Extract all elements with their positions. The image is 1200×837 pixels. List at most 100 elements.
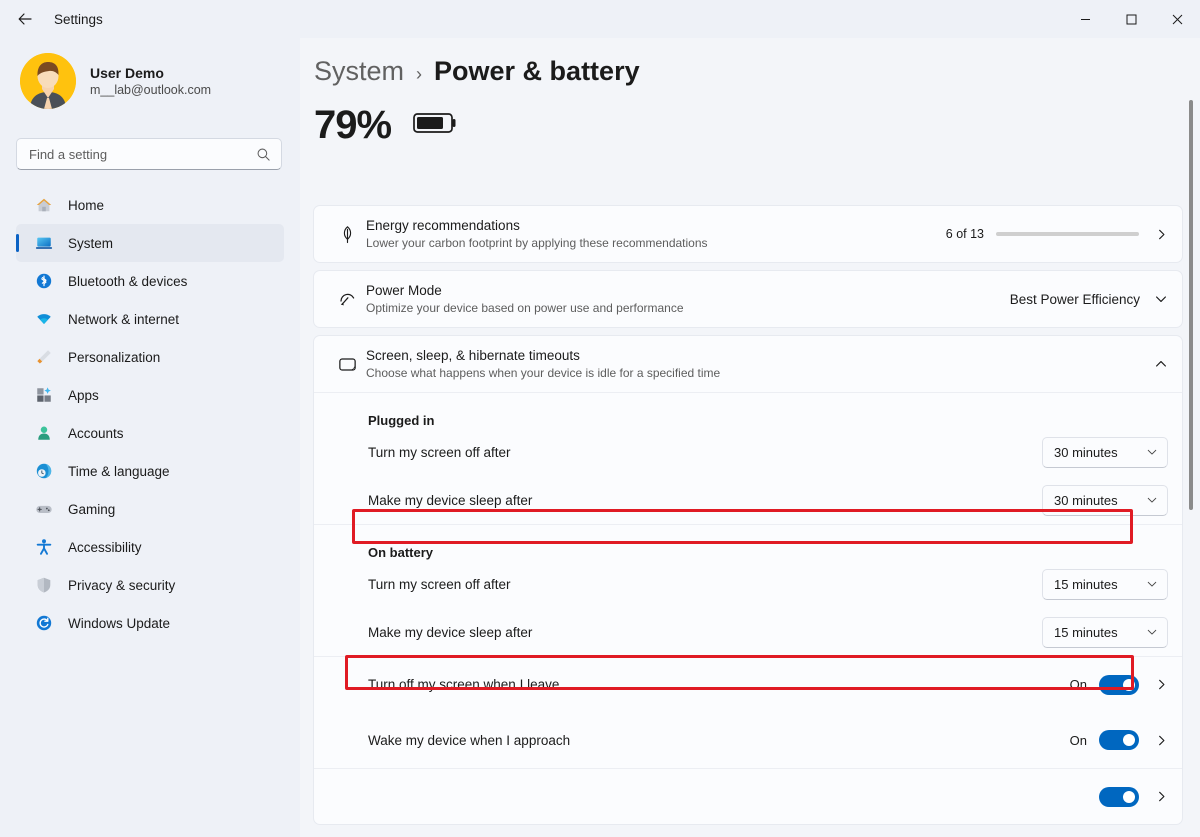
dropdown-value: 15 minutes [1054,577,1118,592]
gauge-icon [328,289,366,310]
brush-icon [34,347,54,367]
group-heading: Plugged in [314,393,1182,428]
sidebar-item-label: Gaming [68,502,115,517]
partial-bottom-row[interactable] [314,768,1182,824]
accounts-icon [34,423,54,443]
energy-count: 6 of 13 [946,227,984,241]
minimize-icon [1080,14,1091,25]
chevron-down-icon [1146,446,1158,458]
chevron-down-icon [1146,494,1158,506]
search-icon [256,147,271,162]
content-scrollbar[interactable] [1185,38,1197,837]
maximize-button[interactable] [1108,0,1154,38]
sidebar-item-time-language[interactable]: Time & language [16,452,284,490]
search-input[interactable] [29,147,256,162]
on-battery-sleep-row: Make my device sleep after 15 minutes [314,608,1182,656]
dropdown-value: 15 minutes [1054,625,1118,640]
sidebar-item-label: System [68,236,113,251]
power-mode-value: Best Power Efficiency [1010,292,1140,307]
timeouts-body: Plugged in Turn my screen off after 30 m… [314,392,1182,824]
accessibility-icon [34,537,54,557]
setting-label: Wake my device when I approach [368,733,1070,748]
setting-label: Make my device sleep after [368,625,1042,640]
apps-icon [34,385,54,405]
search-box[interactable] [16,138,282,170]
energy-subtitle: Lower your carbon footprint by applying … [366,235,946,252]
bluetooth-icon [34,271,54,291]
chevron-right-icon[interactable] [1155,678,1168,691]
on-battery-screen-off-dropdown[interactable]: 15 minutes [1042,569,1168,600]
plugged-in-sleep-row: Make my device sleep after 30 minutes [314,476,1182,524]
sidebar-item-apps[interactable]: Apps [16,376,284,414]
minimize-button[interactable] [1062,0,1108,38]
system-icon [34,233,54,253]
profile-name: User Demo [90,64,211,82]
breadcrumb-parent[interactable]: System [314,56,404,87]
plugged-in-group: Plugged in Turn my screen off after 30 m… [314,393,1182,524]
setting-label: Turn my screen off after [368,445,1042,460]
chevron-right-icon[interactable] [1155,228,1168,241]
sidebar-item-label: Accessibility [68,540,142,555]
sidebar-item-label: Home [68,198,104,213]
dropdown-value: 30 minutes [1054,445,1118,460]
plugged-in-sleep-dropdown[interactable]: 30 minutes [1042,485,1168,516]
energy-title: Energy recommendations [366,217,946,235]
energy-recommendations-card[interactable]: Energy recommendations Lower your carbon… [313,205,1183,263]
sidebar-item-network-internet[interactable]: Network & internet [16,300,284,338]
sidebar-item-gaming[interactable]: Gaming [16,490,284,528]
screen-off-when-leave-toggle[interactable] [1099,675,1139,695]
chevron-down-icon[interactable] [1154,292,1168,306]
plugged-in-screen-off-dropdown[interactable]: 30 minutes [1042,437,1168,468]
on-battery-screen-off-row: Turn my screen off after 15 minutes [314,560,1182,608]
close-button[interactable] [1154,0,1200,38]
gamepad-icon [34,499,54,519]
screen-off-when-leave-row[interactable]: Turn off my screen when I leave On [314,656,1182,712]
chevron-down-icon [1146,626,1158,638]
power-mode-card[interactable]: Power Mode Optimize your device based on… [313,270,1183,328]
sidebar-item-accessibility[interactable]: Accessibility [16,528,284,566]
maximize-icon [1126,14,1137,25]
setting-label: Turn off my screen when I leave [368,677,1070,692]
timeouts-title: Screen, sleep, & hibernate timeouts [366,347,1140,365]
sidebar: User Demo m__lab@outlook.com [0,38,300,837]
chevron-right-icon[interactable] [1155,790,1168,803]
partial-bottom-toggle[interactable] [1099,787,1139,807]
page-title: Power & battery [434,56,640,87]
on-battery-sleep-dropdown[interactable]: 15 minutes [1042,617,1168,648]
wake-when-approach-row[interactable]: Wake my device when I approach On [314,712,1182,768]
chevron-right-icon[interactable] [1155,734,1168,747]
sidebar-item-bluetooth-devices[interactable]: Bluetooth & devices [16,262,284,300]
timeouts-card: Screen, sleep, & hibernate timeouts Choo… [313,335,1183,825]
breadcrumb: System › Power & battery [300,38,1200,87]
energy-progress-bar [996,232,1139,236]
screen-sleep-icon [328,354,366,375]
avatar [20,53,76,109]
battery-icon [413,110,459,141]
sidebar-item-privacy-security[interactable]: Privacy & security [16,566,284,604]
leaf-icon [328,224,366,245]
sidebar-item-home[interactable]: Home [16,186,284,224]
title-bar: Settings [0,0,1200,38]
network-icon [34,309,54,329]
sidebar-item-personalization[interactable]: Personalization [16,338,284,376]
clock-icon [34,461,54,481]
sidebar-item-system[interactable]: System [16,224,284,262]
back-arrow-icon [17,11,33,27]
sidebar-item-label: Network & internet [68,312,179,327]
sidebar-item-accounts[interactable]: Accounts [16,414,284,452]
sidebar-item-label: Apps [68,388,99,403]
settings-cards: Energy recommendations Lower your carbon… [313,205,1183,832]
content-area: System › Power & battery 79% [300,38,1200,837]
chevron-up-icon[interactable] [1154,357,1168,371]
scrollbar-thumb[interactable] [1189,100,1193,510]
back-button[interactable] [8,4,42,34]
toggle-state-label: On [1070,733,1087,748]
plugged-in-screen-off-row: Turn my screen off after 30 minutes [314,428,1182,476]
user-profile[interactable]: User Demo m__lab@outlook.com [0,38,300,112]
timeouts-header[interactable]: Screen, sleep, & hibernate timeouts Choo… [314,336,1182,392]
wake-when-approach-toggle[interactable] [1099,730,1139,750]
sidebar-item-label: Accounts [68,426,124,441]
dropdown-value: 30 minutes [1054,493,1118,508]
on-battery-group: On battery Turn my screen off after 15 m… [314,524,1182,656]
sidebar-item-windows-update[interactable]: Windows Update [16,604,284,642]
